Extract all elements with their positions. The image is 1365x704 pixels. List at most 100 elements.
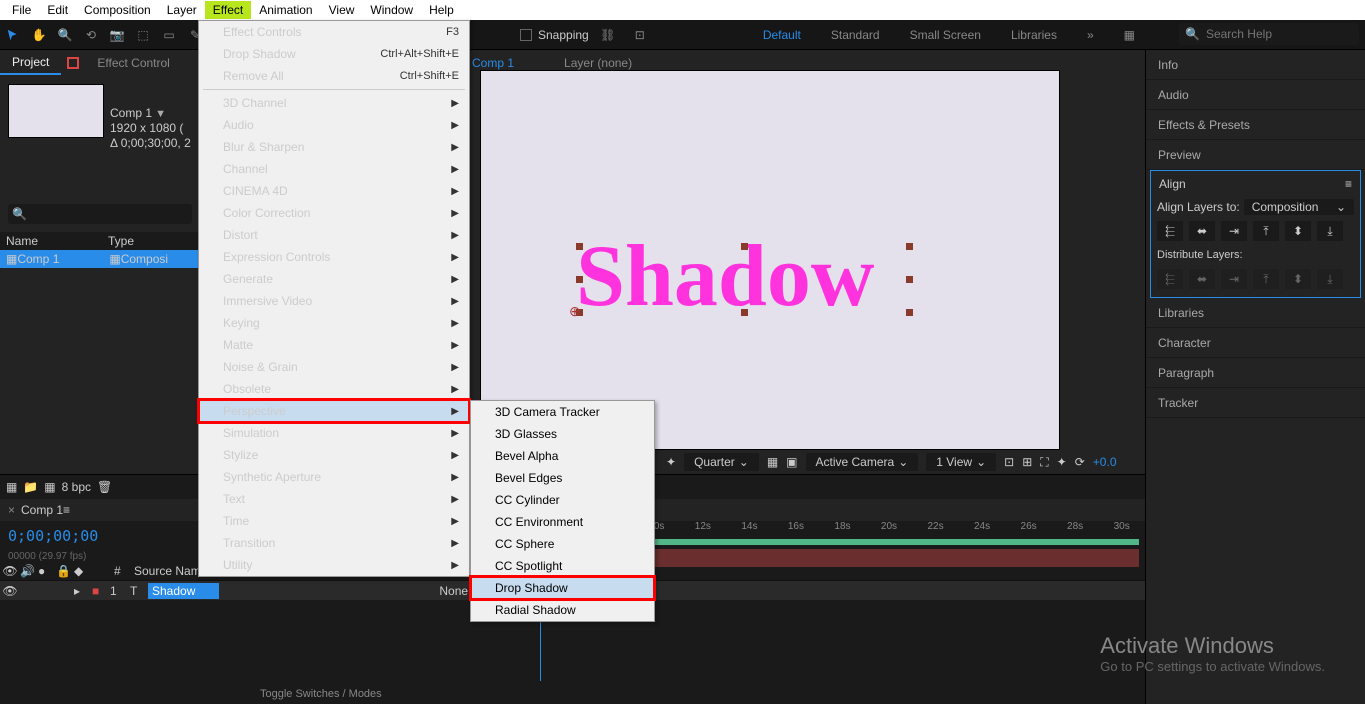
solo-icon[interactable]: ● <box>38 564 56 578</box>
menu-effect-controls[interactable]: Effect ControlsF3 <box>199 21 469 43</box>
resolution-dropdown[interactable]: Quarter ⌄ <box>684 453 759 471</box>
zoom-tool-icon[interactable]: 🔍 <box>56 26 74 44</box>
composition-canvas[interactable]: Shadow ⊕ <box>480 70 1060 450</box>
grid-icon[interactable]: ▦ <box>767 455 778 469</box>
effect-cat-expression-controls[interactable]: Expression Controls▶ <box>199 246 469 268</box>
panel-menu-icon[interactable]: ≡ <box>1345 177 1352 191</box>
submenu-radial-shadow[interactable]: Radial Shadow <box>471 599 654 621</box>
effect-cat-matte[interactable]: Matte▶ <box>199 334 469 356</box>
layer-name[interactable]: Shadow <box>148 583 219 599</box>
workspace-small[interactable]: Small Screen <box>910 28 981 42</box>
effect-cat-transition[interactable]: Transition▶ <box>199 532 469 554</box>
orbit-tool-icon[interactable]: ⟲ <box>82 26 100 44</box>
panel-audio[interactable]: Audio <box>1146 80 1365 110</box>
timeline-tab-comp1[interactable]: Comp 1 <box>21 503 63 517</box>
canvas-text[interactable]: Shadow <box>576 226 874 327</box>
submenu-cc-spotlight[interactable]: CC Spotlight <box>471 555 654 577</box>
selection-handle[interactable] <box>906 243 913 250</box>
submenu-cc-sphere[interactable]: CC Sphere <box>471 533 654 555</box>
submenu-3d-glasses[interactable]: 3D Glasses <box>471 423 654 445</box>
close-tab-icon[interactable]: × <box>8 503 15 517</box>
selection-handle[interactable] <box>576 276 583 283</box>
menu-window[interactable]: Window <box>362 1 421 19</box>
submenu-bevel-alpha[interactable]: Bevel Alpha <box>471 445 654 467</box>
panel-tracker[interactable]: Tracker <box>1146 388 1365 418</box>
workspace-libs[interactable]: Libraries <box>1011 28 1057 42</box>
effect-cat-perspective[interactable]: Perspective▶ <box>199 400 469 422</box>
search-help[interactable]: 🔍 <box>1179 23 1359 45</box>
workspace-more-icon[interactable]: » <box>1087 28 1094 42</box>
opt1-icon[interactable]: ⊡ <box>1004 455 1014 469</box>
viewer-tab-comp1[interactable]: Comp 1 <box>472 56 514 70</box>
audio-icon[interactable]: 🔊 <box>20 564 38 578</box>
effect-cat-distort[interactable]: Distort▶ <box>199 224 469 246</box>
snapping-checkbox[interactable] <box>520 29 532 41</box>
selection-handle[interactable] <box>906 276 913 283</box>
effect-cat-keying[interactable]: Keying▶ <box>199 312 469 334</box>
effect-cat-obsolete[interactable]: Obsolete▶ <box>199 378 469 400</box>
submenu-cc-environment[interactable]: CC Environment <box>471 511 654 533</box>
submenu-bevel-edges[interactable]: Bevel Edges <box>471 467 654 489</box>
eye-icon[interactable]: 👁 <box>0 564 20 578</box>
exposure-value[interactable]: +0.0 <box>1093 455 1117 469</box>
refresh-icon[interactable]: ⟳ <box>1075 455 1085 469</box>
lock-icon[interactable]: 🔒 <box>56 564 74 578</box>
hand-tool-icon[interactable]: ✋ <box>30 26 48 44</box>
bpc-label[interactable]: 8 bpc <box>62 480 91 494</box>
align-hcenter-icon[interactable]: ⬌ <box>1189 221 1215 241</box>
snapping-opt2-icon[interactable]: ⊡ <box>631 26 649 44</box>
newcomp-icon[interactable]: ▦ <box>44 480 55 494</box>
project-item-comp1[interactable]: ▦ Comp 1 ▦ Composi <box>0 250 200 268</box>
effect-cat-synthetic-aperture[interactable]: Synthetic Aperture▶ <box>199 466 469 488</box>
effect-cat-cinema-4d[interactable]: CINEMA 4D▶ <box>199 180 469 202</box>
workspace-standard[interactable]: Standard <box>831 28 880 42</box>
panel-character[interactable]: Character <box>1146 328 1365 358</box>
selection-handle[interactable] <box>906 309 913 316</box>
workspace-panel-icon[interactable]: ▦ <box>1124 28 1135 42</box>
effect-cat-stylize[interactable]: Stylize▶ <box>199 444 469 466</box>
effect-controls-tab[interactable]: Effect Control <box>85 52 181 74</box>
col-name[interactable]: Name <box>6 234 38 248</box>
opt3-icon[interactable]: ⛶ <box>1040 455 1048 470</box>
menu-composition[interactable]: Composition <box>76 1 159 19</box>
effect-cat-text[interactable]: Text▶ <box>199 488 469 510</box>
menu-effect[interactable]: Effect <box>205 1 251 19</box>
align-left-icon[interactable]: ⬱ <box>1157 221 1183 241</box>
workspace-default[interactable]: Default <box>763 28 801 42</box>
effect-cat-channel[interactable]: Channel▶ <box>199 158 469 180</box>
label-icon[interactable]: ◆ <box>74 564 114 578</box>
anchor-point-icon[interactable]: ⊕ <box>569 303 581 320</box>
effect-cat-time[interactable]: Time▶ <box>199 510 469 532</box>
project-tab[interactable]: Project <box>0 51 61 75</box>
layer-expand-icon[interactable]: ▸ <box>74 584 92 598</box>
effect-cat-blur-sharpen[interactable]: Blur & Sharpen▶ <box>199 136 469 158</box>
effect-cat-generate[interactable]: Generate▶ <box>199 268 469 290</box>
panel-effects[interactable]: Effects & Presets <box>1146 110 1365 140</box>
view-dropdown[interactable]: 1 View ⌄ <box>926 453 996 471</box>
viewer-tab-layer[interactable]: Layer (none) <box>564 56 632 70</box>
pan-behind-tool-icon[interactable]: ⬚ <box>134 26 152 44</box>
newfolder-icon[interactable]: 📁 <box>23 480 38 494</box>
menu-layer[interactable]: Layer <box>159 1 205 19</box>
align-right-icon[interactable]: ⇥ <box>1221 221 1247 241</box>
menu-file[interactable]: File <box>4 1 39 19</box>
align-title[interactable]: Align <box>1159 177 1186 191</box>
search-input[interactable] <box>1206 27 1361 41</box>
camera-dropdown[interactable]: Active Camera ⌄ <box>806 453 919 471</box>
effect-cat-audio[interactable]: Audio▶ <box>199 114 469 136</box>
opt2-icon[interactable]: ⊞ <box>1022 455 1032 469</box>
panel-paragraph[interactable]: Paragraph <box>1146 358 1365 388</box>
menu-help[interactable]: Help <box>421 1 462 19</box>
menu-last-effect[interactable]: Drop ShadowCtrl+Alt+Shift+E <box>199 43 469 65</box>
layer-eye-icon[interactable]: 👁 <box>0 584 20 598</box>
submenu-3d-camera-tracker[interactable]: 3D Camera Tracker <box>471 401 654 423</box>
effect-cat-immersive-video[interactable]: Immersive Video▶ <box>199 290 469 312</box>
layer-color-icon[interactable]: ■ <box>92 584 110 598</box>
mask-icon[interactable]: ▣ <box>786 455 797 469</box>
menu-view[interactable]: View <box>321 1 363 19</box>
align-vcenter-icon[interactable]: ⬍ <box>1285 221 1311 241</box>
snapping-opt-icon[interactable]: ⛓ <box>599 26 617 44</box>
submenu-drop-shadow[interactable]: Drop Shadow <box>471 577 654 599</box>
comp-thumbnail[interactable] <box>8 84 104 138</box>
effect-cat-noise-grain[interactable]: Noise & Grain▶ <box>199 356 469 378</box>
